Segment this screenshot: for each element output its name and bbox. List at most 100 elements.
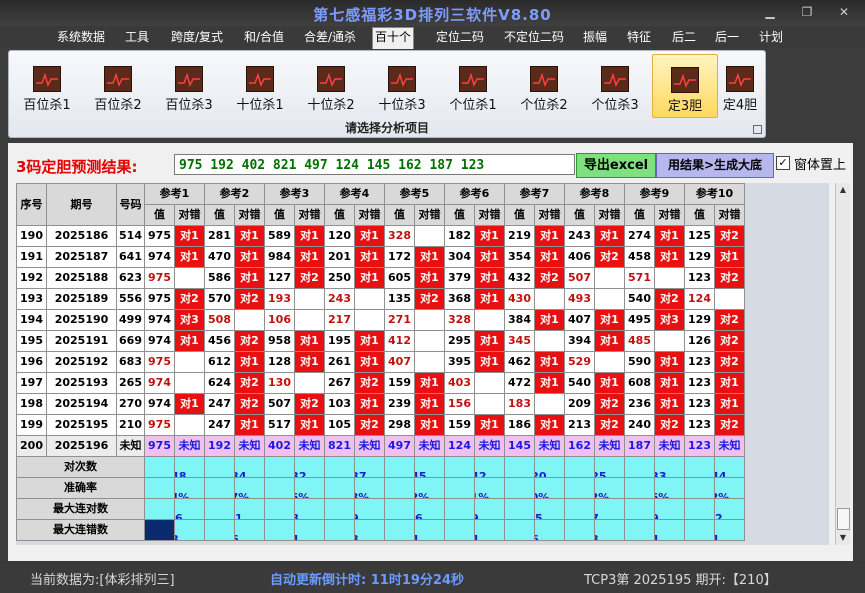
value-cell: 605 <box>384 267 415 289</box>
result-field[interactable]: 975 192 402 821 497 124 145 162 187 123 <box>174 154 575 175</box>
stats-value-cell: 9 <box>354 498 385 520</box>
table-row[interactable]: 196 2025192 683 975 612 对1 128 对1 261 对1 407 395 对1 4… <box>16 351 745 373</box>
mark-cell <box>594 351 625 373</box>
menu-item-4[interactable]: 合差/通杀 <box>300 28 360 46</box>
value-cell: 125 <box>684 225 715 247</box>
stats-pad-cell <box>384 519 415 541</box>
scroll-up-icon[interactable]: ▲ <box>837 184 849 196</box>
table-row[interactable]: 192 2025188 623 975 586 对1 127 对2 250 对1 605 对1 379 对… <box>16 267 745 289</box>
mark-cell: 对1 <box>714 246 745 268</box>
seq-cell: 196 <box>16 351 47 373</box>
seq-cell: 195 <box>16 330 47 352</box>
sub-header-value: 值 <box>204 204 235 226</box>
stats-pad-cell <box>624 456 655 478</box>
value-cell: 571 <box>624 267 655 289</box>
stats-value-cell: 60% <box>534 477 565 499</box>
table-row[interactable]: 191 2025187 641 974 对1 470 对1 984 对1 201 对1 172 对1 30… <box>16 246 745 268</box>
number-cell: 641 <box>116 246 145 268</box>
ribbon-button-8[interactable]: 个位杀3 <box>583 54 647 116</box>
value-cell: 570 <box>204 288 235 310</box>
stay-on-top-checkbox[interactable]: ✓ <box>776 156 790 170</box>
stats-value-cell: 74% <box>174 477 205 499</box>
menu-item-8[interactable]: 振幅 <box>578 28 612 46</box>
ribbon-panel: 请选择分析项目 百位杀1 百位杀2 百位杀3 十位杀1 十位杀2 十位杀3 个位杀1 个位杀2… <box>8 50 766 138</box>
sub-header-value: 值 <box>444 204 475 226</box>
value-cell: 974 <box>144 330 175 352</box>
ribbon-button-3[interactable]: 十位杀1 <box>228 54 292 116</box>
prediction-mark-cell: 未知 <box>234 435 265 457</box>
value-cell: 127 <box>264 267 295 289</box>
ribbon-button-9[interactable]: 定3胆 <box>652 54 718 118</box>
prediction-row[interactable]: 200 2025196 未知 975 未知 192 未知 402 未知 821 未知 497 未知 124… <box>16 435 745 457</box>
value-cell: 135 <box>384 288 415 310</box>
mark-cell: 对1 <box>354 225 385 247</box>
stats-value-cell: 15 <box>534 498 565 520</box>
menu-item-10[interactable]: 后二 <box>667 28 701 46</box>
menu-item-3[interactable]: 和/合值 <box>238 28 290 46</box>
stats-value-cell: 71% <box>474 477 505 499</box>
stats-pad-cell <box>684 456 715 478</box>
export-excel-button[interactable]: 导出excel <box>576 153 656 178</box>
value-cell: 261 <box>324 351 355 373</box>
value-cell: 183 <box>504 393 535 415</box>
mark-cell <box>414 330 445 352</box>
menu-item-6[interactable]: 定位二码 <box>430 28 490 46</box>
stats-pad-cell <box>204 477 235 499</box>
value-cell: 123 <box>684 414 715 436</box>
ribbon-button-7[interactable]: 个位杀2 <box>512 54 576 116</box>
table-row[interactable]: 194 2025190 499 974 对3 508 106 217 271 328 384 对1 40… <box>16 309 745 331</box>
stats-value-cell: 133 <box>654 456 685 478</box>
generate-base-button[interactable]: 用结果>生成大底 <box>656 153 774 178</box>
restore-button[interactable]: ❐ <box>795 4 819 20</box>
menu-item-9[interactable]: 特征 <box>622 28 656 46</box>
ribbon-button-5[interactable]: 十位杀3 <box>370 54 434 116</box>
group-header-3: 参考4 <box>324 183 385 205</box>
table-row[interactable]: 190 2025186 514 975 对1 281 对1 589 对1 120 对1 328 182 对… <box>16 225 745 247</box>
table-row[interactable]: 197 2025193 265 974 624 对2 130 267 对2 159 对1 403 472… <box>16 372 745 394</box>
mark-cell <box>294 372 325 394</box>
scroll-down-icon[interactable]: ▼ <box>837 532 849 544</box>
chart-icon <box>601 66 629 92</box>
ribbon-expand-icon[interactable] <box>753 125 762 134</box>
table-row[interactable]: 193 2025189 556 975 对2 570 对2 193 243 135 对2 368 对1 4… <box>16 288 745 310</box>
value-cell: 123 <box>684 267 715 289</box>
ribbon-button-1[interactable]: 百位杀2 <box>86 54 150 116</box>
scroll-thumb[interactable] <box>837 508 850 530</box>
ribbon-button-2[interactable]: 百位杀3 <box>157 54 221 116</box>
prediction-mark-cell: 未知 <box>594 435 625 457</box>
menu-item-0[interactable]: 系统数据 <box>52 28 110 46</box>
main-panel: 3码定胆预测结果: 975 192 402 821 497 124 145 16… <box>8 143 853 561</box>
table-row[interactable]: 198 2025194 270 974 对1 247 对2 507 对2 103 对1 239 对1 15… <box>16 393 745 415</box>
value-cell: 328 <box>444 309 475 331</box>
ribbon-button-6[interactable]: 个位杀1 <box>441 54 505 116</box>
stats-pad-cell <box>624 498 655 520</box>
value-cell: 298 <box>384 414 415 436</box>
value-cell: 201 <box>324 246 355 268</box>
stats-value-cell: 4 <box>474 519 505 541</box>
window-title: 第七感福彩3D排列三软件V8.80 <box>313 6 552 24</box>
data-table: 序号 期号 号码 参考1 参考2 参考3 参考4 参考5 参考6 参考7 参考8 参考9 参考10 值对错… <box>16 183 745 541</box>
menu-item-5[interactable]: 百十个 <box>372 27 414 49</box>
ribbon-button-10[interactable]: 定4胆 <box>714 54 766 116</box>
mark-cell: 对2 <box>594 393 625 415</box>
prediction-mark-cell: 未知 <box>174 435 205 457</box>
value-cell: 106 <box>264 309 295 331</box>
value-cell: 472 <box>504 372 535 394</box>
menu-item-7[interactable]: 不定位二码 <box>498 28 570 46</box>
table-row[interactable]: 195 2025191 669 974 对1 456 对2 958 对1 195 对1 412 295 对… <box>16 330 745 352</box>
mark-cell: 对1 <box>294 330 325 352</box>
ribbon-button-4[interactable]: 十位杀2 <box>299 54 363 116</box>
value-cell: 130 <box>264 372 295 394</box>
menu-item-11[interactable]: 后一 <box>710 28 744 46</box>
value-cell: 432 <box>504 267 535 289</box>
ribbon-button-0[interactable]: 百位杀1 <box>15 54 79 116</box>
vertical-scrollbar[interactable]: ▲ ▼ <box>835 183 850 545</box>
menu-item-1[interactable]: 工具 <box>120 28 154 46</box>
minimize-button[interactable]: ▁ <box>758 4 782 20</box>
stats-value-cell: 120 <box>534 456 565 478</box>
table-row[interactable]: 199 2025195 210 975 247 对1 517 对1 105 对2 298 对1 159 对… <box>16 414 745 436</box>
header-row: 序号 期号 号码 参考1 参考2 参考3 参考4 参考5 参考6 参考7 参考8 参考9 参考10 <box>16 183 745 226</box>
close-button[interactable]: ✕ <box>832 4 856 20</box>
menu-item-2[interactable]: 跨度/复式 <box>165 28 229 46</box>
menu-item-12[interactable]: 计划 <box>755 28 787 46</box>
